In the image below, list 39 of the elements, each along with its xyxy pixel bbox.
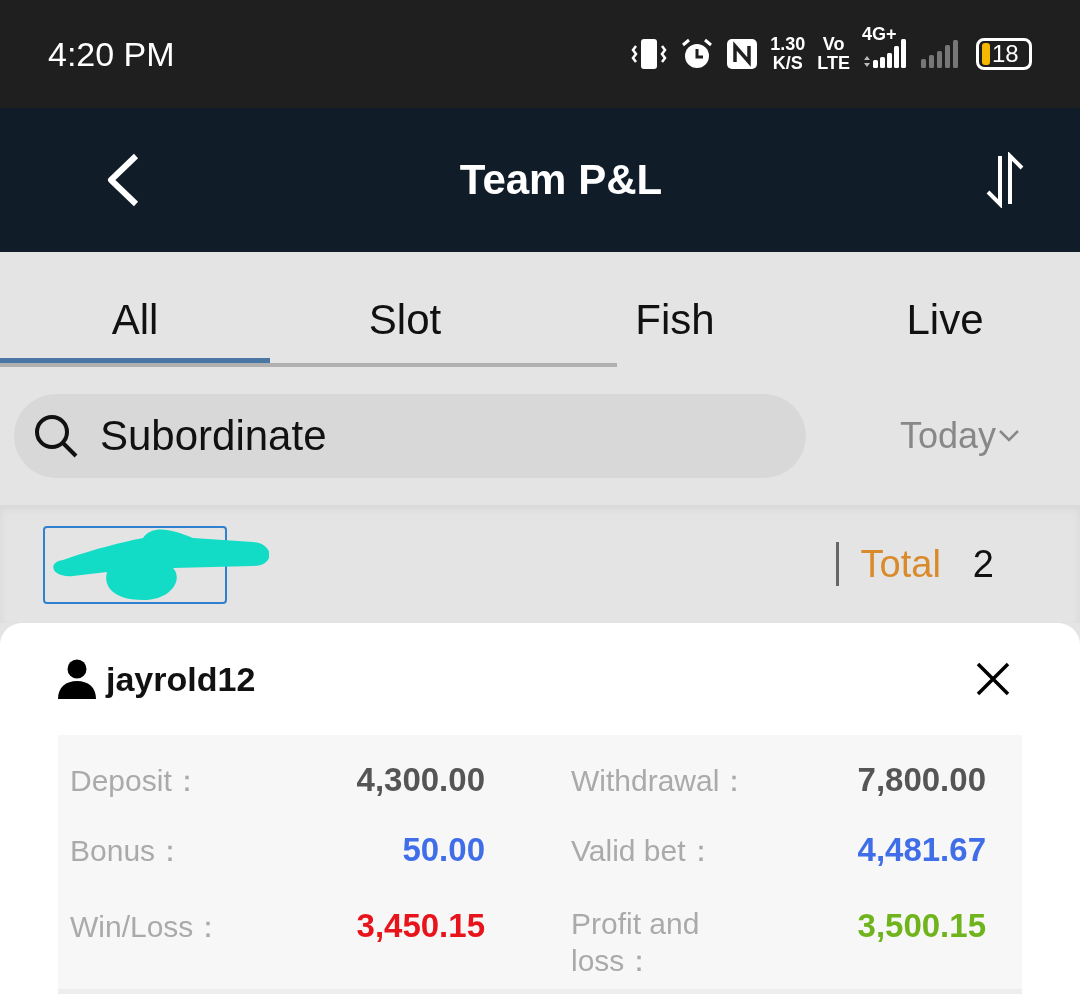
tab[interactable]: Slot <box>270 252 540 363</box>
search-bar[interactable]: Subordinate <box>14 394 806 478</box>
tab[interactable]: Live <box>810 252 1080 363</box>
signal-icon <box>920 39 960 69</box>
signal-icon <box>862 38 908 70</box>
status-time: 4:20 PM <box>48 34 175 74</box>
search-field[interactable]: Subordinate <box>98 411 702 461</box>
stat-label: Deposit： <box>70 763 202 799</box>
total-label: Total <box>860 542 941 586</box>
page-title: Team P&L <box>459 156 663 204</box>
chevron-icon <box>998 429 1020 443</box>
stat-label: Profit and loss： <box>571 907 701 979</box>
username: jayrold12 <box>106 659 257 699</box>
lte-label: LTE <box>817 54 850 73</box>
stat-label: Win/Loss： <box>70 909 224 945</box>
stat-label: Withdrawal： <box>571 763 750 799</box>
stat-value: 4,300.00 <box>356 761 485 799</box>
tab[interactable]: Fish <box>540 252 810 363</box>
vibrate-icon <box>630 38 669 70</box>
volte-label: Vo <box>822 35 845 54</box>
alarm-icon <box>680 37 715 71</box>
battery-fill <box>982 43 990 65</box>
stat-value: 50.00 <box>402 831 485 869</box>
stat-value: 7,800.00 <box>857 761 986 799</box>
stat-value: 3,450.15 <box>356 907 485 945</box>
search-icon <box>32 412 80 460</box>
close-icon[interactable] <box>976 662 1010 696</box>
network-speed: 1.30 <box>770 35 806 54</box>
speed-unit: K/S <box>772 54 803 73</box>
stat-label: Bonus： <box>70 833 186 869</box>
total-value: 2 <box>972 542 994 586</box>
nfc-icon <box>726 38 759 70</box>
user-icon <box>58 659 96 699</box>
stat-value: 4,481.67 <box>857 831 986 869</box>
network-type: 4G+ <box>862 24 897 45</box>
stat-label: Valid bet： <box>571 833 716 869</box>
battery-level: 18 <box>992 40 1019 68</box>
back-icon[interactable] <box>106 153 140 207</box>
stat-value: 3,500.15 <box>857 907 986 945</box>
